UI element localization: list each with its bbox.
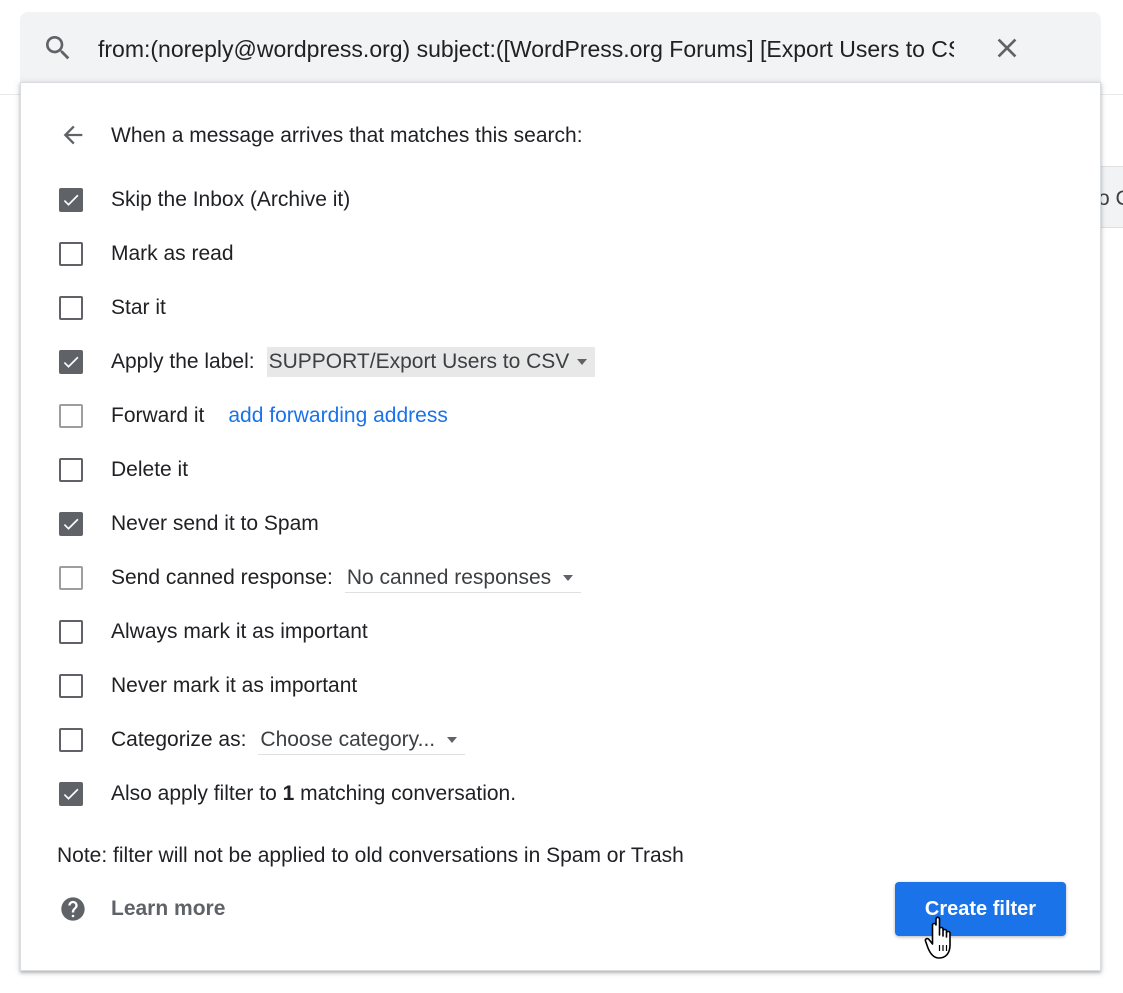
- option-forward[interactable]: Forward it add forwarding address: [59, 401, 448, 431]
- create-filter-button[interactable]: Create filter: [895, 882, 1066, 936]
- category-dropdown-value: Choose category...: [260, 728, 436, 751]
- apply-label-label: Apply the label:: [111, 350, 255, 373]
- mark-read-label: Mark as read: [111, 242, 234, 265]
- checkmark-icon: [63, 518, 79, 530]
- canned-response-label: Send canned response:: [111, 566, 333, 589]
- always-important-checkbox[interactable]: [59, 620, 83, 644]
- filter-options-panel: When a message arrives that matches this…: [20, 82, 1101, 971]
- always-important-label: Always mark it as important: [111, 620, 368, 643]
- dropdown-arrow-icon: [563, 575, 574, 581]
- panel-header: When a message arrives that matches this…: [111, 124, 583, 147]
- checkmark-icon: [63, 194, 79, 206]
- canned-response-dropdown[interactable]: No canned responses: [344, 563, 582, 593]
- arrow-back-icon[interactable]: [59, 121, 87, 149]
- add-forwarding-address-link[interactable]: add forwarding address: [228, 404, 447, 428]
- search-bar[interactable]: from:(noreply@wordpress.org) subject:([W…: [20, 12, 1101, 84]
- option-also-apply[interactable]: Also apply filter to 1 matching conversa…: [59, 779, 516, 809]
- search-input[interactable]: from:(noreply@wordpress.org) subject:([W…: [98, 34, 954, 64]
- skip-inbox-label: Skip the Inbox (Archive it): [111, 188, 351, 211]
- skip-inbox-checkbox[interactable]: [59, 188, 83, 212]
- label-dropdown-value: SUPPORT/Export Users to CSV: [268, 350, 570, 373]
- matching-count: 1: [282, 782, 295, 805]
- never-important-label: Never mark it as important: [111, 674, 358, 697]
- option-star[interactable]: Star it: [59, 293, 166, 323]
- delete-label: Delete it: [111, 458, 189, 481]
- never-spam-label: Never send it to Spam: [111, 512, 319, 535]
- option-categorize[interactable]: Categorize as: Choose category...: [59, 725, 466, 755]
- canned-response-dropdown-value: No canned responses: [346, 566, 552, 589]
- hand-pointer-cursor-icon: [924, 916, 951, 959]
- star-checkbox[interactable]: [59, 296, 83, 320]
- search-icon[interactable]: [42, 32, 74, 64]
- canned-response-checkbox[interactable]: [59, 566, 83, 590]
- categorize-checkbox[interactable]: [59, 728, 83, 752]
- help-icon[interactable]: [59, 895, 87, 923]
- also-apply-checkbox[interactable]: [59, 782, 83, 806]
- mark-read-checkbox[interactable]: [59, 242, 83, 266]
- forward-label: Forward it: [111, 404, 205, 427]
- close-icon[interactable]: [991, 32, 1023, 64]
- also-apply-prefix: Also apply filter to: [111, 782, 277, 805]
- background-partial-button: o C: [1098, 166, 1123, 228]
- categorize-label: Categorize as:: [111, 728, 247, 751]
- option-always-important[interactable]: Always mark it as important: [59, 617, 368, 647]
- category-dropdown[interactable]: Choose category...: [258, 725, 466, 755]
- also-apply-label: Also apply filter to 1 matching conversa…: [111, 781, 516, 807]
- dropdown-arrow-icon: [577, 359, 588, 365]
- dropdown-arrow-icon: [447, 737, 458, 743]
- star-label: Star it: [111, 296, 166, 319]
- background-partial-text: o C: [1098, 187, 1123, 210]
- never-spam-checkbox[interactable]: [59, 512, 83, 536]
- label-dropdown[interactable]: SUPPORT/Export Users to CSV: [266, 347, 596, 377]
- forward-checkbox[interactable]: [59, 404, 83, 428]
- checkmark-icon: [63, 356, 79, 368]
- option-canned-response[interactable]: Send canned response: No canned response…: [59, 563, 582, 593]
- option-never-important[interactable]: Never mark it as important: [59, 671, 357, 701]
- learn-more-link[interactable]: Learn more: [111, 896, 225, 922]
- option-apply-label[interactable]: Apply the label: SUPPORT/Export Users to…: [59, 347, 596, 377]
- option-never-spam[interactable]: Never send it to Spam: [59, 509, 319, 539]
- filter-note: Note: filter will not be applied to old …: [57, 844, 684, 867]
- delete-checkbox[interactable]: [59, 458, 83, 482]
- never-important-checkbox[interactable]: [59, 674, 83, 698]
- apply-label-checkbox[interactable]: [59, 350, 83, 374]
- checkmark-icon: [63, 788, 79, 800]
- option-skip-inbox[interactable]: Skip the Inbox (Archive it): [59, 185, 350, 215]
- also-apply-suffix: matching conversation.: [300, 782, 517, 805]
- option-mark-read[interactable]: Mark as read: [59, 239, 234, 269]
- option-delete[interactable]: Delete it: [59, 455, 188, 485]
